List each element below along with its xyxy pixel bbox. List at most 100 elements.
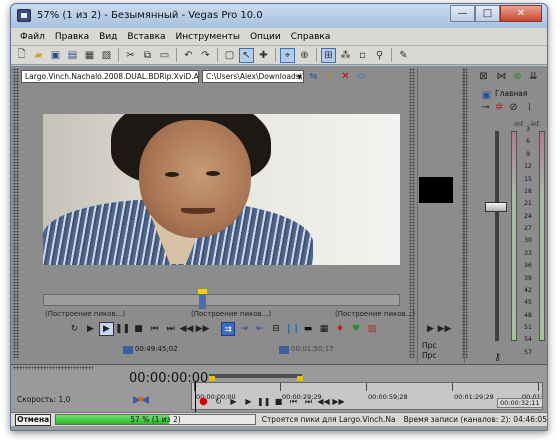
go-to-end-main-icon[interactable]: ⏭ [302, 396, 315, 408]
loop-playback-icon[interactable]: ↻ [212, 396, 225, 408]
clear-icon[interactable]: ✕ [339, 70, 352, 83]
normal-edit-icon[interactable]: ↖ [239, 47, 254, 63]
region-marker-icon[interactable]: ♥ [349, 322, 363, 336]
loop-region-bar[interactable] [209, 374, 302, 378]
menu-options[interactable]: Опции [245, 32, 286, 42]
fast-forward-preview-icon[interactable]: ▶▶ [437, 322, 452, 336]
trimmer-current-time: 00:49:45;02 [135, 345, 178, 353]
add-to-timeline-icon[interactable]: ⇥ [237, 322, 251, 336]
trimmer-dock-grip[interactable] [13, 68, 19, 358]
preview-icon[interactable]: ▢ [222, 48, 237, 63]
cut-icon[interactable]: ✂ [123, 48, 138, 63]
open-folder-icon[interactable]: ▰ [31, 48, 46, 63]
record-icon[interactable]: ● [197, 396, 210, 408]
cancel-button[interactable]: Отмена [15, 413, 52, 426]
play-icon[interactable]: ▶ [99, 322, 114, 336]
crossfade-icon[interactable]: ⚲ [372, 48, 387, 63]
redo-icon[interactable]: ↷ [198, 48, 213, 63]
vegas-app-icon[interactable] [17, 9, 31, 22]
go-to-start-icon[interactable]: ⏮ [147, 322, 162, 336]
envelope-icon[interactable]: ✚ [256, 48, 271, 63]
play-from-start-icon[interactable]: ▶ [83, 322, 98, 336]
monitor-icon[interactable]: ▭ [355, 70, 368, 83]
meter-settings-icon[interactable]: ⁞ [523, 101, 536, 114]
fast-forward-icon[interactable]: ▶▶ [195, 322, 210, 336]
playback-speed-slider[interactable] [111, 396, 171, 404]
pause-main-icon[interactable]: ❚❚ [257, 396, 270, 408]
open-in-trimmer-icon[interactable]: ⇋ [307, 70, 320, 83]
stop-main-icon[interactable]: ■ [272, 396, 285, 408]
menu-help[interactable]: Справка [286, 32, 336, 42]
title-bar[interactable]: 57% (1 из 2) - Безымянный - Vegas Pro 10… [11, 4, 547, 28]
mixer-fx-icon[interactable]: ⋈ [495, 70, 508, 83]
mixer-downmix-icon[interactable]: ⇊ [527, 70, 540, 83]
selection-icon[interactable]: ⌖ [280, 47, 295, 63]
mute-icon[interactable]: ⊸ [479, 101, 492, 114]
maximize-button[interactable]: □ [475, 5, 500, 22]
timeline-cursor[interactable] [195, 382, 196, 412]
previous-frame-icon[interactable]: ◀◀ [317, 396, 330, 408]
paste-icon[interactable]: ▭ [157, 48, 172, 63]
rewind-icon[interactable]: ◀◀ [179, 322, 194, 336]
stop-icon[interactable]: ■ [131, 322, 146, 336]
brush-icon[interactable]: ✎ [396, 48, 411, 63]
trimmer-scrub-bar[interactable] [43, 289, 400, 309]
play-from-start-main-icon[interactable]: ▶ [227, 396, 240, 408]
zoom-icon[interactable]: ⊕ [297, 48, 312, 63]
next-frame-icon[interactable]: ▶▶ [332, 396, 345, 408]
snap-icon[interactable]: ⊞ [321, 47, 336, 63]
source-path-dropdown[interactable]: C:\Users\Alex\Downloads\V ▼ [202, 70, 304, 83]
mixer-properties-icon[interactable]: ⊠ [477, 70, 490, 83]
snapshot-icon[interactable]: ▨ [365, 322, 379, 336]
timeline-grip[interactable] [13, 366, 93, 370]
master-fader-handle[interactable] [485, 202, 507, 212]
loop-icon[interactable]: ↻ [67, 322, 82, 336]
menu-edit[interactable]: Правка [50, 32, 94, 42]
meter-scale-label: 51 [524, 324, 532, 331]
meter-scale-label: 12 [524, 163, 532, 171]
trimmer-playhead[interactable] [198, 289, 207, 309]
auto-ripple-icon[interactable]: ⁂ [338, 48, 353, 63]
go-to-start-main-icon[interactable]: ⏮ [287, 396, 300, 408]
subclip-icon[interactable]: ▦ [317, 322, 331, 336]
loop-start-marker[interactable] [209, 376, 215, 381]
menu-tools[interactable]: Инструменты [171, 32, 245, 42]
video-preview[interactable] [43, 114, 400, 265]
master-fader-track[interactable] [495, 131, 499, 341]
fader-lock-icon[interactable]: ⚷ [491, 351, 504, 364]
overwrite-icon[interactable]: ⇤ [253, 322, 267, 336]
pause-icon[interactable]: ❚❚ [115, 322, 130, 336]
play-preview-icon[interactable]: ▶ [423, 322, 438, 336]
trimmer-length-time: 00:01:50;17 [291, 345, 334, 353]
close-button[interactable]: ✕ [500, 5, 542, 22]
minimize-button[interactable]: — [450, 5, 475, 22]
auto-preview-icon[interactable]: ⚡ [323, 70, 336, 83]
menu-file[interactable]: Файл [15, 32, 50, 42]
solo-icon[interactable]: ⊘ [507, 101, 520, 114]
mixer-insert-bus-icon[interactable]: ⊕ [511, 70, 524, 83]
go-to-end-icon[interactable]: ⏭ [163, 322, 178, 336]
save-icon[interactable]: ▣ [48, 48, 63, 63]
marker-icon[interactable]: ♦ [333, 322, 347, 336]
split-icon[interactable]: ⊟ [269, 322, 283, 336]
properties-icon[interactable]: ▧ [99, 48, 114, 63]
toolbar-divider [217, 48, 218, 62]
save-as-icon[interactable]: ▤ [65, 48, 80, 63]
region-icon[interactable]: ▬ [301, 322, 315, 336]
menu-view[interactable]: Вид [94, 32, 122, 42]
render-icon[interactable]: ▦ [82, 48, 97, 63]
trim-icon[interactable]: ❙❙ [285, 322, 300, 336]
toolbar-divider [275, 48, 276, 62]
undo-icon[interactable]: ↶ [181, 48, 196, 63]
insert-tool-icon[interactable]: ⇉ [221, 322, 235, 336]
fx-chain-icon[interactable]: ✲ [493, 101, 506, 114]
lock-icon[interactable]: ▫ [355, 48, 370, 63]
loop-end-marker[interactable] [297, 376, 303, 381]
speed-slider-graphic [133, 396, 149, 404]
play-main-icon[interactable]: ▶ [242, 396, 255, 408]
video-figure-eye [206, 171, 220, 176]
menu-insert[interactable]: Вставка [122, 32, 170, 42]
new-file-icon[interactable]: 🗋 [14, 48, 29, 63]
copy-icon[interactable]: ⧉ [140, 48, 155, 63]
source-file-dropdown[interactable]: Largo.Vinch.Nachalo.2008.DUAL.BDRip.XviD… [21, 70, 199, 83]
